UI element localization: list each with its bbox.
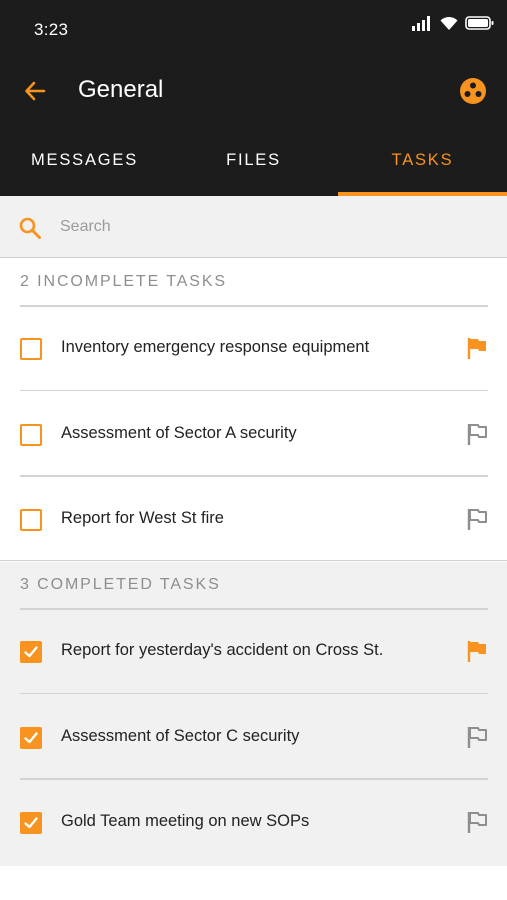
task-checkbox[interactable] bbox=[20, 726, 42, 749]
task-flag-button[interactable] bbox=[465, 507, 489, 531]
app-screen: 3:23 General MESSAGES FILES TASKS Search… bbox=[0, 0, 507, 900]
flag-filled-icon bbox=[467, 338, 486, 359]
task-row[interactable]: Assessment of Sector A security bbox=[0, 393, 507, 477]
task-label: Inventory emergency response equipment bbox=[61, 338, 370, 356]
team-button[interactable] bbox=[459, 77, 487, 105]
task-checkbox[interactable] bbox=[20, 423, 42, 446]
incomplete-tasks-section: 2 INCOMPLETE TASKS Inventory emergency r… bbox=[0, 259, 507, 561]
task-flag-button[interactable] bbox=[465, 422, 489, 446]
search-bar bbox=[0, 196, 507, 258]
status-bar: 3:23 bbox=[0, 0, 507, 58]
task-checkbox[interactable] bbox=[20, 509, 42, 531]
task-flag-button[interactable] bbox=[465, 639, 489, 663]
task-row[interactable]: Report for yesterday's accident on Cross… bbox=[0, 610, 507, 694]
back-button[interactable] bbox=[20, 76, 50, 106]
team-icon bbox=[460, 78, 486, 104]
completed-tasks-section: 3 COMPLETED TASKS Report for yesterday's… bbox=[0, 562, 507, 866]
signal-icon bbox=[412, 16, 430, 31]
wifi-icon bbox=[440, 16, 458, 30]
flag-filled-icon bbox=[467, 641, 486, 662]
status-icons bbox=[411, 13, 495, 33]
task-label: Report for yesterday's accident on Cross… bbox=[61, 641, 384, 659]
battery-icon bbox=[465, 16, 494, 30]
task-checkbox[interactable] bbox=[20, 812, 42, 834]
task-checkbox[interactable] bbox=[20, 338, 42, 360]
tab-bar: MESSAGES FILES TASKS bbox=[0, 128, 507, 196]
tab-files[interactable]: FILES bbox=[169, 128, 338, 196]
flag-outline-icon bbox=[467, 509, 487, 530]
row-divider bbox=[20, 475, 488, 477]
task-flag-button[interactable] bbox=[465, 336, 489, 360]
task-row[interactable]: Report for West St fire bbox=[0, 478, 507, 562]
incomplete-tasks-header: 2 INCOMPLETE TASKS bbox=[20, 273, 227, 290]
search-icon bbox=[19, 217, 41, 239]
arrow-left-icon bbox=[25, 81, 46, 101]
flag-outline-icon bbox=[467, 812, 487, 833]
task-checkbox[interactable] bbox=[20, 641, 42, 663]
checkmark-icon bbox=[24, 731, 38, 743]
row-divider bbox=[20, 692, 488, 694]
task-row[interactable]: Gold Team meeting on new SOPs bbox=[0, 781, 507, 865]
task-label: Report for West St fire bbox=[61, 509, 224, 527]
row-divider bbox=[20, 778, 488, 780]
task-label: Assessment of Sector C security bbox=[61, 726, 300, 745]
status-time: 3:23 bbox=[34, 20, 69, 39]
flag-outline-icon bbox=[467, 726, 487, 748]
page-title: General bbox=[78, 76, 164, 103]
search-input[interactable] bbox=[56, 210, 476, 244]
tab-tasks[interactable]: TASKS bbox=[338, 128, 507, 196]
row-divider bbox=[20, 389, 488, 391]
tab-messages[interactable]: MESSAGES bbox=[0, 128, 169, 196]
flag-outline-icon bbox=[467, 423, 487, 445]
completed-tasks-header: 3 COMPLETED TASKS bbox=[20, 576, 221, 593]
app-header: 3:23 General MESSAGES FILES TASKS bbox=[0, 0, 507, 196]
title-row: General bbox=[0, 60, 507, 120]
task-row[interactable]: Inventory emergency response equipment bbox=[0, 307, 507, 391]
checkmark-icon bbox=[24, 646, 38, 658]
task-label: Gold Team meeting on new SOPs bbox=[61, 812, 310, 830]
task-label: Assessment of Sector A security bbox=[61, 423, 297, 442]
task-row[interactable]: Assessment of Sector C security bbox=[0, 696, 507, 780]
task-flag-button[interactable] bbox=[465, 725, 489, 749]
checkmark-icon bbox=[24, 817, 38, 829]
task-flag-button[interactable] bbox=[465, 810, 489, 834]
